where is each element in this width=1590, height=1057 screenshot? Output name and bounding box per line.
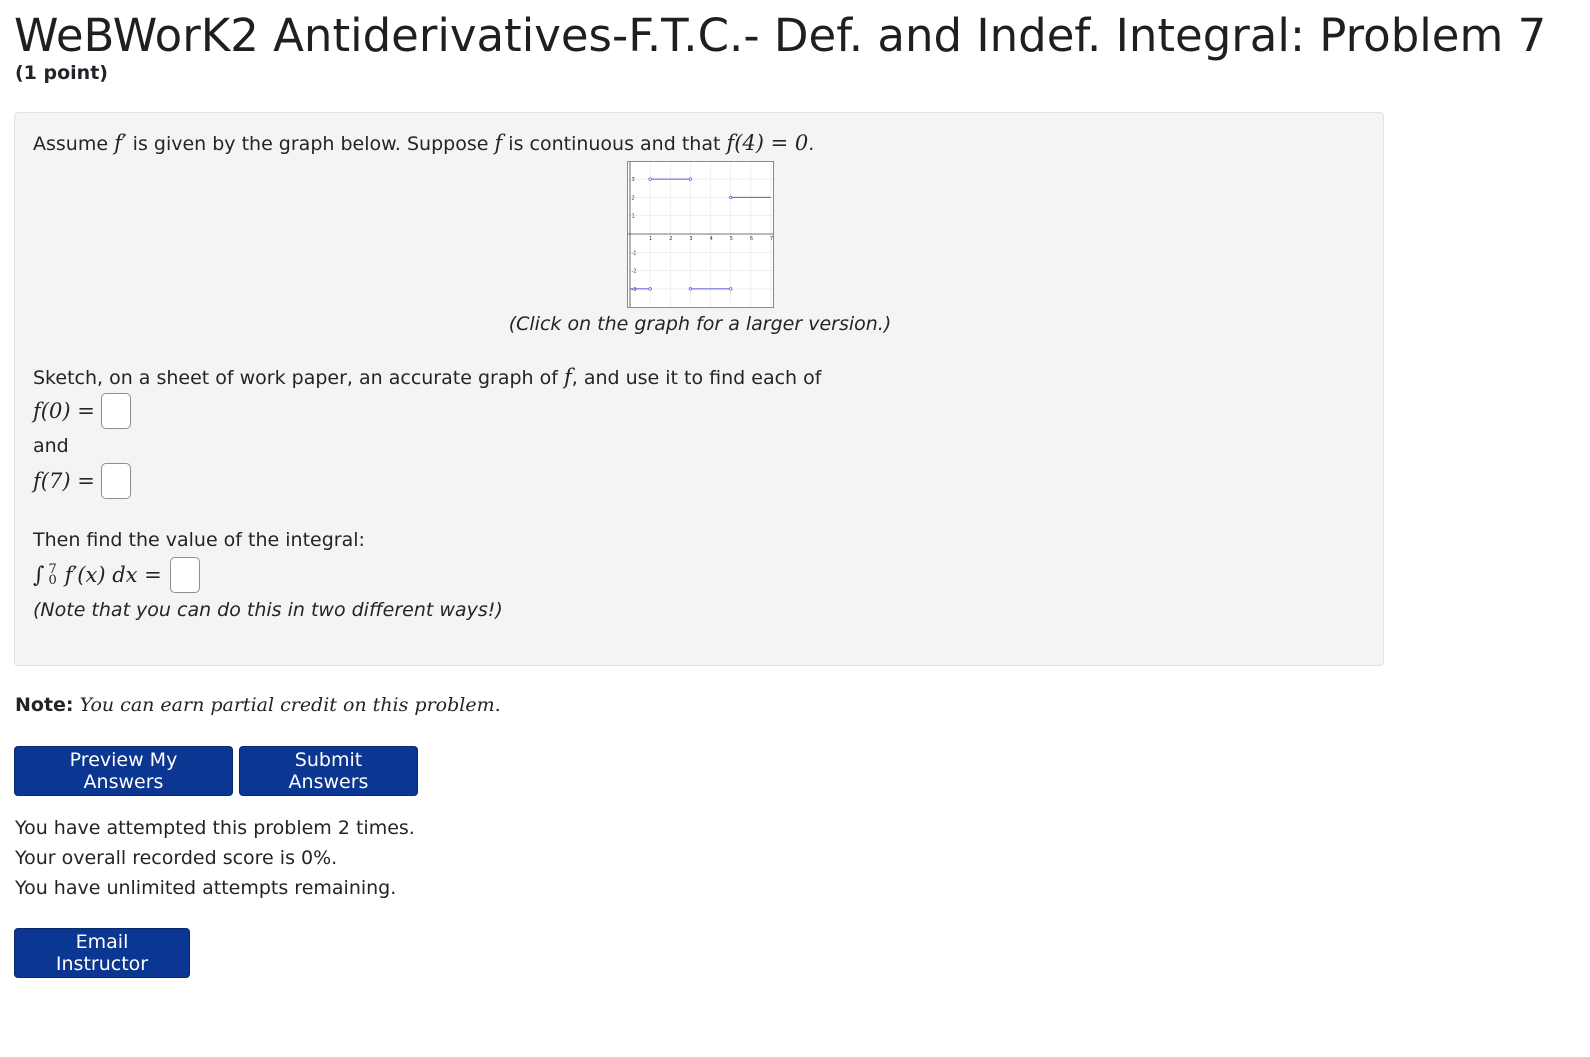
integral-lower-limit: 0 <box>48 573 57 588</box>
math-fprime: f′ <box>114 131 127 155</box>
x-tick-label: 1 <box>649 236 652 242</box>
question-f0: f(0) = <box>33 393 131 429</box>
intro-text: is given by the graph below. Suppose <box>126 133 495 155</box>
integral-prompt: Then find the value of the integral: <box>33 529 365 551</box>
y-tick-label: 1 <box>632 214 635 220</box>
attempts-text: You have attempted this problem 2 times. <box>15 817 415 839</box>
x-tick-label: 5 <box>730 236 733 242</box>
partial-credit-note: Note: You can earn partial credit on thi… <box>15 694 501 716</box>
x-tick-label: 7 <box>770 236 773 242</box>
problem-body: Assume f′ is given by the graph below. S… <box>14 112 1384 666</box>
segment-endpoint <box>729 287 733 291</box>
intro-text: Assume <box>33 133 115 155</box>
f7-answer-input[interactable] <box>100 463 131 499</box>
y-tick-label: 3 <box>632 177 635 183</box>
problem-points: (1 point) <box>15 62 108 84</box>
f7-label: f(7) = <box>33 469 95 493</box>
integral-sign: ∫ <box>33 562 45 588</box>
sketch-instruction: Sketch, on a sheet of work paper, an acc… <box>33 365 821 389</box>
segment-endpoint <box>648 287 652 291</box>
graph-caption: (Click on the graph for a larger version… <box>508 313 892 335</box>
sketch-text: Sketch, on a sheet of work paper, an acc… <box>33 367 564 389</box>
note-label: Note: <box>15 694 74 716</box>
question-f7: f(7) = <box>33 463 131 499</box>
y-tick-label: -3 <box>632 287 637 293</box>
preview-answers-button[interactable]: Preview My Answers <box>14 746 233 796</box>
integral-answer-input[interactable] <box>169 557 200 593</box>
graph-plot: 1 2 3 4 5 6 7 3 2 1 -1 -2 -3 <box>628 162 773 307</box>
y-tick-label: 2 <box>632 195 635 201</box>
segment-endpoint <box>688 177 693 181</box>
sketch-text: , and use it to find each of <box>571 367 822 389</box>
page-title: WeBWorK2 Antiderivatives-F.T.C.- Def. an… <box>14 9 1547 62</box>
y-tick-label: -2 <box>632 269 637 275</box>
integral-limits: 7 0 <box>48 563 57 588</box>
submit-answers-button[interactable]: Submit Answers <box>239 746 418 796</box>
problem-intro: Assume f′ is given by the graph below. S… <box>33 131 814 155</box>
note-text: You can earn partial credit on this prob… <box>79 694 501 716</box>
segment-endpoint <box>688 287 693 291</box>
math-f: f <box>563 365 572 389</box>
segment-endpoint <box>729 195 733 200</box>
remaining-text: You have unlimited attempts remaining. <box>15 877 397 899</box>
x-tick-label: 2 <box>669 236 672 242</box>
intro-text: . <box>808 133 815 155</box>
x-tick-label: 3 <box>689 236 692 242</box>
question-integral: ∫ 7 0 f′(x) dx = <box>33 557 200 593</box>
x-tick-label: 4 <box>710 236 713 242</box>
f0-label: f(0) = <box>33 399 95 423</box>
math-condition: f(4) = 0 <box>726 131 809 155</box>
f0-answer-input[interactable] <box>100 393 131 429</box>
and-text: and <box>33 435 69 457</box>
score-text: Your overall recorded score is 0%. <box>15 847 338 869</box>
intro-text: is continuous and that <box>502 133 727 155</box>
segment-endpoint <box>648 177 652 181</box>
y-tick-label: -1 <box>632 250 637 256</box>
email-instructor-button[interactable]: Email Instructor <box>14 928 190 978</box>
integral-note: (Note that you can do this in two differ… <box>33 599 503 621</box>
x-tick-label: 6 <box>750 236 753 242</box>
integral-body: f′(x) dx = <box>64 563 162 587</box>
fprime-graph[interactable]: 1 2 3 4 5 6 7 3 2 1 -1 -2 -3 <box>627 161 774 308</box>
